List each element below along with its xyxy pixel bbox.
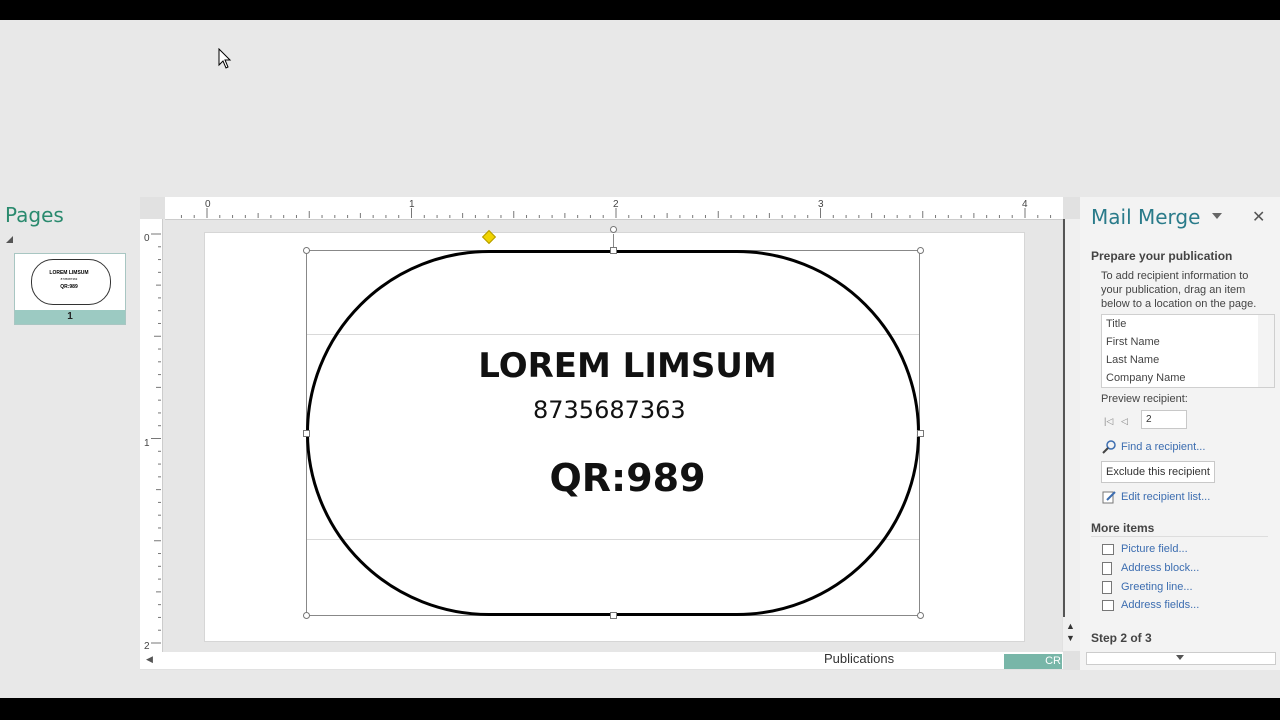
greeting-line-link[interactable]: Greeting line... — [1121, 581, 1193, 593]
chevron-down-icon[interactable] — [1176, 655, 1184, 660]
greeting-line-icon — [1102, 581, 1112, 594]
find-recipient-icon — [1102, 440, 1116, 454]
ruler-label: 0 — [144, 233, 150, 244]
address-block-icon — [1102, 562, 1112, 575]
more-items-heading: More items — [1091, 521, 1155, 535]
cr-tab-label: CR — [1045, 655, 1061, 667]
scroll-left-icon[interactable]: ◀ — [146, 654, 153, 665]
rounded-rectangle-shape[interactable] — [306, 250, 920, 616]
scrollbar-thumb[interactable] — [1063, 219, 1065, 617]
ruler-label: 1 — [144, 438, 150, 449]
resize-handle-bl[interactable] — [303, 612, 310, 619]
collapse-caret-icon[interactable] — [6, 236, 13, 243]
ruler-label: 0 — [205, 199, 211, 210]
field-item-company-name[interactable]: Company Name — [1102, 369, 1274, 387]
prepare-heading: Prepare your publication — [1091, 249, 1233, 263]
address-fields-icon — [1102, 600, 1114, 611]
cr-tab[interactable]: CR — [1004, 654, 1062, 669]
prepare-description: To add recipient information to your pub… — [1101, 270, 1257, 310]
scroll-up-icon[interactable]: ▲ — [1066, 620, 1075, 632]
resize-handle-right[interactable] — [917, 430, 924, 437]
thumbnail-name: LOREM LIMSUM — [49, 270, 89, 276]
ruler-label: 1 — [409, 199, 415, 210]
field-item-title[interactable]: Title — [1102, 315, 1274, 333]
resize-handle-top[interactable] — [610, 247, 617, 254]
scroll-down-icon[interactable]: ▼ — [1066, 632, 1075, 644]
thumbnail-qr: QR:989 — [60, 284, 78, 290]
find-recipient-link[interactable]: Find a recipient... — [1121, 441, 1205, 453]
phone-text[interactable]: 8735687363 — [533, 396, 686, 424]
field-item-first-name[interactable]: First Name — [1102, 333, 1274, 351]
resize-handle-tr[interactable] — [917, 247, 924, 254]
ruler-label: 2 — [613, 199, 619, 210]
horizontal-scrollbar[interactable] — [140, 652, 1063, 669]
page-thumbnail[interactable]: LOREM LIMSUM 8735687363 QR:989 1 — [14, 253, 126, 325]
exclude-recipient-button[interactable]: Exclude this recipient — [1101, 461, 1215, 483]
edit-list-icon — [1102, 491, 1116, 504]
thumbnail-phone: 8735687363 — [60, 277, 78, 281]
first-recipient-icon[interactable]: |◁ — [1104, 416, 1113, 427]
vertical-scrollbar[interactable] — [1063, 219, 1080, 651]
vertical-ruler[interactable] — [140, 219, 163, 655]
qr-text[interactable]: QR:989 — [420, 456, 835, 500]
mouse-cursor-icon — [218, 48, 232, 69]
resize-handle-tl[interactable] — [303, 247, 310, 254]
address-block-link[interactable]: Address block... — [1121, 562, 1199, 574]
address-fields-link[interactable]: Address fields... — [1121, 599, 1199, 611]
thumbnail-oval — [31, 259, 111, 305]
resize-handle-bottom[interactable] — [610, 612, 617, 619]
thumbnail-page: LOREM LIMSUM 8735687363 QR:989 — [17, 256, 121, 308]
rotation-handle[interactable] — [610, 226, 617, 233]
resize-handle-br[interactable] — [917, 612, 924, 619]
name-text[interactable]: LOREM LIMSUM — [420, 346, 835, 386]
top-black-bar — [0, 0, 1280, 20]
field-item-last-name[interactable]: Last Name — [1102, 351, 1274, 369]
ruler-label: 2 — [144, 641, 150, 652]
bottom-black-bar — [0, 698, 1280, 720]
recipient-number-input[interactable]: 2 — [1141, 410, 1187, 429]
field-list-scrollbar[interactable] — [1258, 315, 1274, 387]
field-list[interactable]: Title First Name Last Name Company Name — [1101, 314, 1275, 388]
edit-recipient-list-link[interactable]: Edit recipient list... — [1121, 491, 1210, 503]
thumbnail-page-number: 1 — [15, 310, 125, 324]
scroll-arrows[interactable]: ▲ ▼ — [1066, 620, 1075, 644]
pane-options-dropdown-icon[interactable] — [1212, 213, 1222, 219]
publications-tab-label: Publications — [824, 651, 895, 666]
resize-handle-left[interactable] — [303, 430, 310, 437]
picture-field-icon — [1102, 544, 1114, 555]
step-indicator: Step 2 of 3 — [1091, 631, 1152, 645]
close-icon[interactable]: ✕ — [1252, 207, 1265, 227]
ruler-label: 3 — [818, 199, 824, 210]
previous-recipient-icon[interactable]: ◁ — [1121, 416, 1128, 427]
pages-pane-title: Pages — [5, 203, 64, 227]
picture-field-link[interactable]: Picture field... — [1121, 543, 1188, 555]
mail-merge-title: Mail Merge — [1091, 205, 1201, 229]
ruler-label: 4 — [1022, 199, 1028, 210]
preview-recipient-label: Preview recipient: — [1101, 393, 1188, 405]
divider — [1091, 536, 1268, 537]
